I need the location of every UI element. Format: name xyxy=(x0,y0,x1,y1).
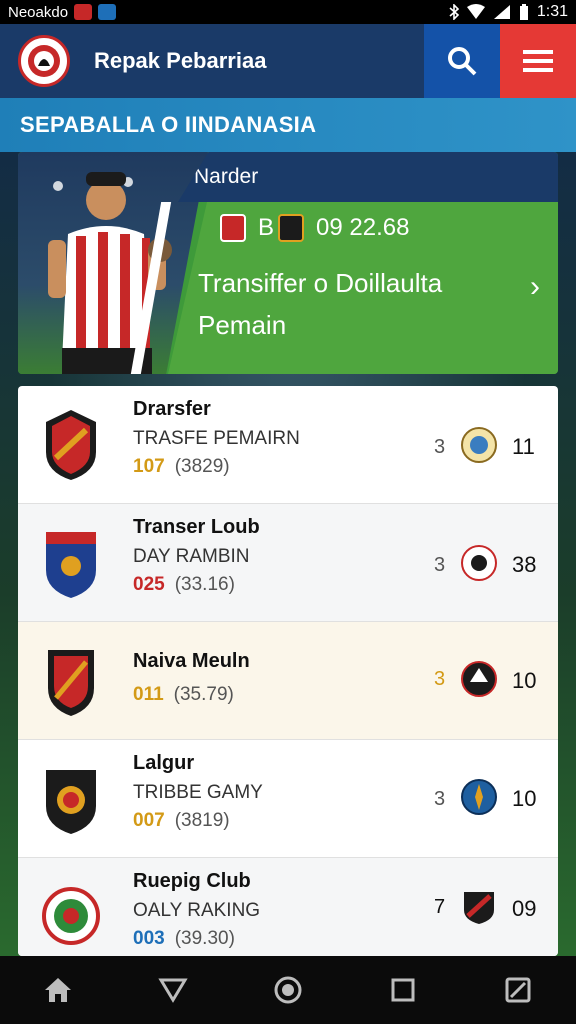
recents-button[interactable] xyxy=(373,960,433,1020)
stat-secondary: (3829) xyxy=(174,456,230,477)
app-title: Repak Pebarriaa xyxy=(94,48,267,73)
list-item-title: Transer Loub xyxy=(133,516,260,538)
stat-primary: 011 xyxy=(133,684,164,705)
club-crest-icon xyxy=(46,410,96,480)
carrier-label: Neoakdo xyxy=(8,3,69,21)
chevron-right-icon[interactable]: › xyxy=(530,270,540,304)
opponent-badge-icon xyxy=(461,661,497,697)
notification-icon-red xyxy=(74,4,93,20)
list-item-stats: 003 (39.30) xyxy=(133,928,235,950)
list-item-value: 10 xyxy=(512,668,537,693)
feature-headline-line2: Pemain xyxy=(198,310,287,340)
list-item[interactable]: Lalgur TRIBBE GAMY 007 (3819) 3 10 xyxy=(18,740,558,858)
score-prefix: B xyxy=(258,214,275,241)
signal-icon xyxy=(493,5,510,19)
opponent-badge-icon xyxy=(464,892,494,924)
list-item-stats: 107 (3829) xyxy=(133,456,230,478)
club-crest-icon xyxy=(46,532,96,598)
stat-primary: 007 xyxy=(133,810,165,831)
feature-score: 09 22.68 xyxy=(316,214,410,241)
stat-secondary: (33.16) xyxy=(174,574,235,595)
list-item-title: Ruepig Club xyxy=(133,870,251,892)
opponent-badge-icon xyxy=(461,779,497,815)
bluetooth-icon xyxy=(449,4,459,20)
list-item[interactable]: Naiva Meuln 011 (35.79) 3 10 xyxy=(18,622,558,740)
club-crest-icon xyxy=(42,887,100,945)
feature-headline-line1: Transiffer o Doillaulta xyxy=(198,268,443,298)
home-button[interactable] xyxy=(28,960,88,1020)
stat-secondary: (3819) xyxy=(174,810,230,831)
club-crest-icon xyxy=(48,650,94,716)
status-right: 1:31 xyxy=(449,3,568,21)
status-left: Neoakdo xyxy=(8,4,449,21)
stat-primary: 003 xyxy=(133,928,165,949)
club-crest-icon xyxy=(28,45,60,77)
list-item-subtitle: OALY RAKING xyxy=(133,900,261,921)
list-item-subtitle: TRIBBE GAMY xyxy=(133,782,263,803)
stat-primary: 025 xyxy=(133,574,165,595)
battery-icon xyxy=(519,3,528,20)
screenshot-icon xyxy=(505,977,531,1003)
list-item-count: 7 xyxy=(434,896,446,918)
back-triangle-icon xyxy=(158,978,188,1003)
bottom-navigation-bar xyxy=(0,956,576,1024)
away-team-badge-icon xyxy=(278,214,305,242)
list-item-stats: 011 (35.79) xyxy=(133,684,234,706)
list-item-title: Drarsfer xyxy=(133,398,211,420)
list-item-value: 38 xyxy=(512,552,537,577)
list-item[interactable]: Ruepig Club OALY RAKING 003 (39.30) 7 09 xyxy=(18,858,558,956)
clock: 1:31 xyxy=(536,3,568,20)
feature-tag-bar: Narder xyxy=(178,152,558,202)
list-item-value: 11 xyxy=(512,434,535,459)
list-item-value: 10 xyxy=(512,786,537,811)
list-item-stats: 025 (33.16) xyxy=(133,574,235,596)
feature-tag: Narder xyxy=(194,165,259,188)
home-team-badge-icon xyxy=(220,214,246,242)
section-bar: SEPABALLA O IINDANASIA xyxy=(0,98,576,152)
list-item-value: 09 xyxy=(512,896,537,921)
stat-secondary: (35.79) xyxy=(173,684,234,705)
featured-news-card[interactable]: Narder B 09 22.68 Transiffer o Doillault… xyxy=(18,152,558,374)
home-icon xyxy=(44,978,71,1002)
stat-primary: 107 xyxy=(133,456,165,477)
menu-icon xyxy=(523,50,553,72)
feature-headline: Transiffer o Doillaulta Pemain xyxy=(198,262,518,346)
search-button[interactable] xyxy=(424,24,500,98)
section-title: SEPABALLA O IINDANASIA xyxy=(20,112,317,137)
opponent-badge-icon xyxy=(461,427,497,463)
back-button[interactable] xyxy=(143,960,203,1020)
status-bar: Neoakdo 1:31 xyxy=(0,0,576,24)
notification-icon-blue xyxy=(98,4,117,20)
list-item[interactable]: Transer Loub DAY RAMBIN 025 (33.16) 3 38 xyxy=(18,504,558,622)
list-item-title: Naiva Meuln xyxy=(133,650,250,672)
feature-score-row: B 09 22.68 xyxy=(220,214,409,242)
stat-secondary: (39.30) xyxy=(174,928,235,949)
club-crest-icon xyxy=(46,770,96,834)
screenshot-button[interactable] xyxy=(488,960,548,1020)
club-logo[interactable] xyxy=(18,35,70,87)
opponent-badge-icon xyxy=(461,545,497,581)
list-item-subtitle: DAY RAMBIN xyxy=(133,546,250,567)
wifi-icon xyxy=(466,4,485,19)
list-item-count: 3 xyxy=(434,554,446,576)
list-item-subtitle: TRASFE PEMAIRN xyxy=(133,428,300,449)
list-item-count: 3 xyxy=(434,668,446,690)
list-item-count: 3 xyxy=(434,436,446,458)
search-icon xyxy=(448,47,477,76)
list-item[interactable]: Drarsfer TRASFE PEMAIRN 107 (3829) 3 11 xyxy=(18,386,558,504)
list-item-count: 3 xyxy=(434,788,446,810)
menu-button[interactable] xyxy=(500,24,576,98)
list-item-stats: 007 (3819) xyxy=(133,810,230,832)
transfer-list: Drarsfer TRASFE PEMAIRN 107 (3829) 3 11 T… xyxy=(18,386,558,956)
square-icon xyxy=(391,978,415,1002)
app-header: Repak Pebarriaa xyxy=(0,24,576,98)
list-item-title: Lalgur xyxy=(133,752,195,774)
circle-icon xyxy=(274,976,302,1004)
home-circle-button[interactable] xyxy=(258,960,318,1020)
